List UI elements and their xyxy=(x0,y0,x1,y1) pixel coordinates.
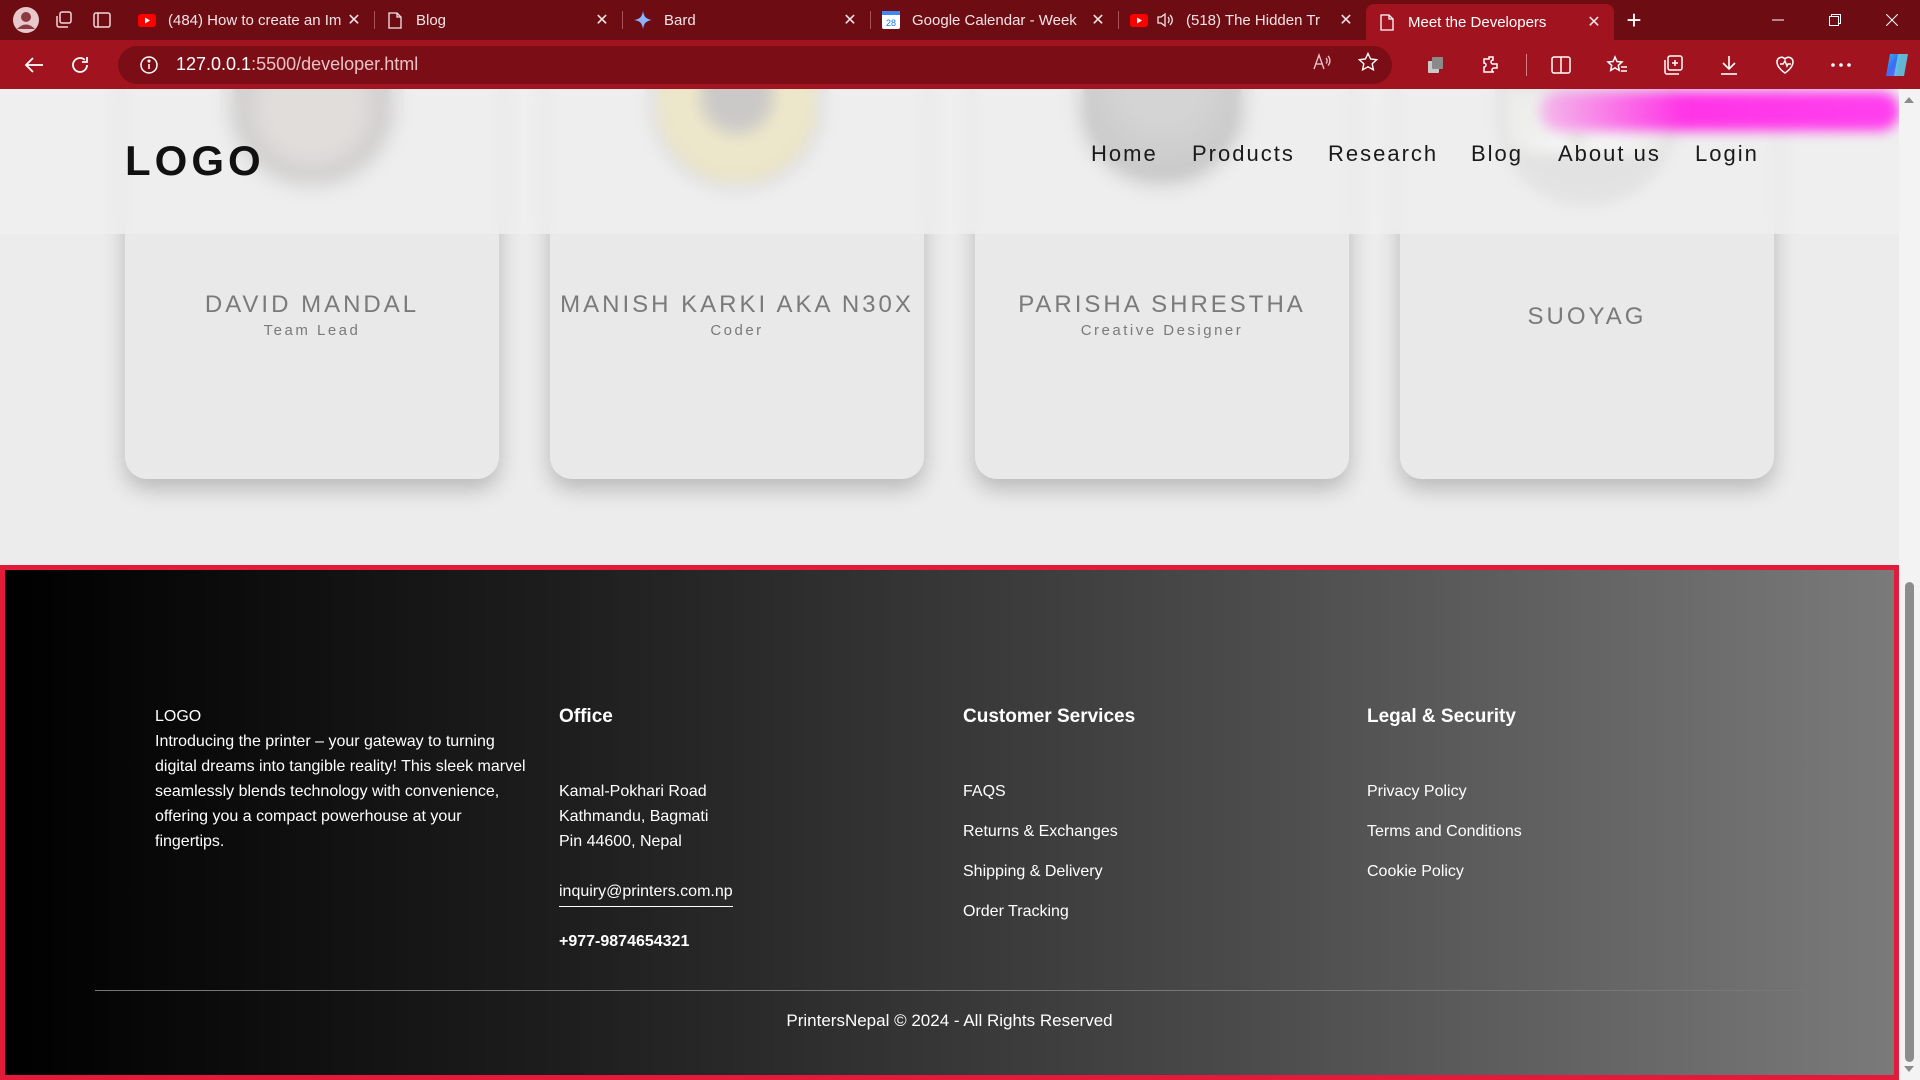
close-tab-icon[interactable]: ✕ xyxy=(1584,12,1604,32)
developer-name: PARISHA SHRESTHA xyxy=(1018,291,1306,318)
footer-description: Introducing the printer – your gateway t… xyxy=(155,733,526,850)
nav-products[interactable]: Products xyxy=(1192,141,1295,167)
back-arrow-icon[interactable] xyxy=(12,45,56,85)
footer-legal: Legal & Security Privacy Policy Terms an… xyxy=(1367,704,1727,964)
browser-tab-bar: (484) How to create an Im ✕ Blog ✕ Bard … xyxy=(0,0,1920,40)
close-tab-icon[interactable]: ✕ xyxy=(840,10,860,30)
tab-youtube-2[interactable]: (518) The Hidden Tr ✕ xyxy=(1118,0,1366,40)
site-logo[interactable]: LOGO xyxy=(125,137,265,185)
developer-role: Creative Designer xyxy=(1080,322,1244,339)
tab-youtube-1[interactable]: (484) How to create an Im ✕ xyxy=(126,0,374,40)
copilot-icon[interactable] xyxy=(1875,45,1919,85)
footer-customer-services: Customer Services FAQS Returns & Exchang… xyxy=(963,704,1323,964)
browser-toolbar: 127.0.0.1:5500/developer.html xyxy=(0,40,1920,89)
link-terms-conditions[interactable]: Terms and Conditions xyxy=(1367,819,1522,844)
developer-name: SUOYAG xyxy=(1527,303,1647,330)
url-path: :5500/developer.html xyxy=(251,54,419,74)
scroll-up-arrow-icon[interactable] xyxy=(1904,97,1914,103)
more-options-icon[interactable] xyxy=(1819,45,1863,85)
link-privacy-policy[interactable]: Privacy Policy xyxy=(1367,779,1467,804)
nav-about-us[interactable]: About us xyxy=(1558,141,1661,167)
office-heading: Office xyxy=(559,706,613,727)
download-icon[interactable] xyxy=(1707,45,1751,85)
legal-heading: Legal & Security xyxy=(1367,706,1516,727)
split-screen-icon[interactable] xyxy=(1539,45,1583,85)
office-phone: +977-9874654321 xyxy=(559,933,690,950)
footer-office: Office Kamal-Pokhari Road Kathmandu, Bag… xyxy=(559,704,919,964)
favorites-icon[interactable] xyxy=(1595,45,1639,85)
site-footer: LOGO Introducing the printer – your gate… xyxy=(0,565,1899,1080)
customer-services-heading: Customer Services xyxy=(963,706,1136,727)
footer-about: LOGO Introducing the printer – your gate… xyxy=(155,704,535,854)
address-line: Pin 44600, Nepal xyxy=(559,833,682,850)
tab-title: (484) How to create an Im xyxy=(168,11,342,29)
minimize-icon[interactable] xyxy=(1749,0,1806,40)
tab-bard[interactable]: Bard ✕ xyxy=(622,0,870,40)
close-tab-icon[interactable]: ✕ xyxy=(592,10,612,30)
page-viewport: DAVID MANDAL Team Lead MANISH KARKI AKA … xyxy=(0,89,1899,1080)
close-tab-icon[interactable]: ✕ xyxy=(344,10,364,30)
site-info-icon[interactable] xyxy=(138,54,160,76)
tab-meet-the-developers[interactable]: Meet the Developers ✕ xyxy=(1366,4,1614,40)
tab-title: Blog xyxy=(416,11,447,29)
collections-icon[interactable] xyxy=(1414,45,1458,85)
workspaces-icon[interactable] xyxy=(48,4,80,36)
nav-home[interactable]: Home xyxy=(1091,141,1158,167)
copyright-text: PrintersNepal © 2024 - All Rights Reserv… xyxy=(786,1011,1113,1030)
calendar-icon: 28 xyxy=(882,11,900,29)
read-aloud-icon[interactable] xyxy=(1312,52,1332,76)
developer-name: MANISH KARKI AKA N30X xyxy=(560,291,914,318)
address-line: Kamal-Pokhari Road xyxy=(559,783,707,800)
collections-add-icon[interactable] xyxy=(1651,45,1695,85)
tab-title: Meet the Developers xyxy=(1408,13,1547,31)
close-tab-icon[interactable]: ✕ xyxy=(1088,10,1108,30)
browser-essentials-icon[interactable] xyxy=(1763,45,1807,85)
decorative-glow xyxy=(1540,91,1899,131)
page-icon xyxy=(1378,13,1396,31)
new-tab-button[interactable]: + xyxy=(1614,0,1654,40)
page-icon xyxy=(386,11,404,29)
address-bar[interactable]: 127.0.0.1:5500/developer.html xyxy=(118,45,1392,84)
svg-text:28: 28 xyxy=(886,18,896,28)
youtube-icon xyxy=(1130,11,1148,29)
url-host: 127.0.0.1 xyxy=(176,54,252,74)
developer-name: DAVID MANDAL xyxy=(204,291,420,318)
page-scrollbar[interactable] xyxy=(1899,89,1920,1080)
refresh-icon[interactable] xyxy=(58,45,102,85)
tab-title: Bard xyxy=(664,11,696,29)
bard-icon xyxy=(634,11,652,29)
favorite-star-icon[interactable] xyxy=(1357,51,1379,77)
tab-actions-icon[interactable] xyxy=(86,4,118,36)
developer-role: Team Lead xyxy=(263,322,361,339)
scroll-down-arrow-icon[interactable] xyxy=(1904,1066,1914,1072)
link-shipping-delivery[interactable]: Shipping & Delivery xyxy=(963,859,1103,884)
link-returns-exchanges[interactable]: Returns & Exchanges xyxy=(963,819,1118,844)
link-cookie-policy[interactable]: Cookie Policy xyxy=(1367,859,1464,884)
footer-divider xyxy=(95,990,1807,991)
footer-logo: LOGO xyxy=(155,708,202,725)
nav-blog[interactable]: Blog xyxy=(1471,141,1523,167)
tab-title: (518) The Hidden Tr xyxy=(1186,11,1320,29)
office-address: Kamal-Pokhari Road Kathmandu, Bagmati Pi… xyxy=(559,779,708,854)
close-tab-icon[interactable]: ✕ xyxy=(1336,10,1356,30)
restore-icon[interactable] xyxy=(1806,0,1863,40)
tab-blog[interactable]: Blog ✕ xyxy=(374,0,622,40)
tab-calendar[interactable]: 28 Google Calendar - Week ✕ xyxy=(870,0,1118,40)
audio-playing-icon[interactable] xyxy=(1156,11,1174,29)
scrollbar-thumb[interactable] xyxy=(1905,582,1914,1062)
link-order-tracking[interactable]: Order Tracking xyxy=(963,899,1069,924)
extensions-icon[interactable] xyxy=(1470,45,1514,85)
nav-research[interactable]: Research xyxy=(1328,141,1438,167)
nav-login[interactable]: Login xyxy=(1695,141,1759,167)
address-line: Kathmandu, Bagmati xyxy=(559,808,709,825)
tab-title: Google Calendar - Week xyxy=(912,11,1077,29)
office-email-link[interactable]: inquiry@printers.com.np xyxy=(559,879,733,907)
developer-role: Coder xyxy=(710,322,764,339)
close-window-icon[interactable] xyxy=(1863,0,1920,40)
profile-icon[interactable] xyxy=(10,4,42,36)
youtube-icon xyxy=(138,11,156,29)
link-faqs[interactable]: FAQS xyxy=(963,779,1006,804)
